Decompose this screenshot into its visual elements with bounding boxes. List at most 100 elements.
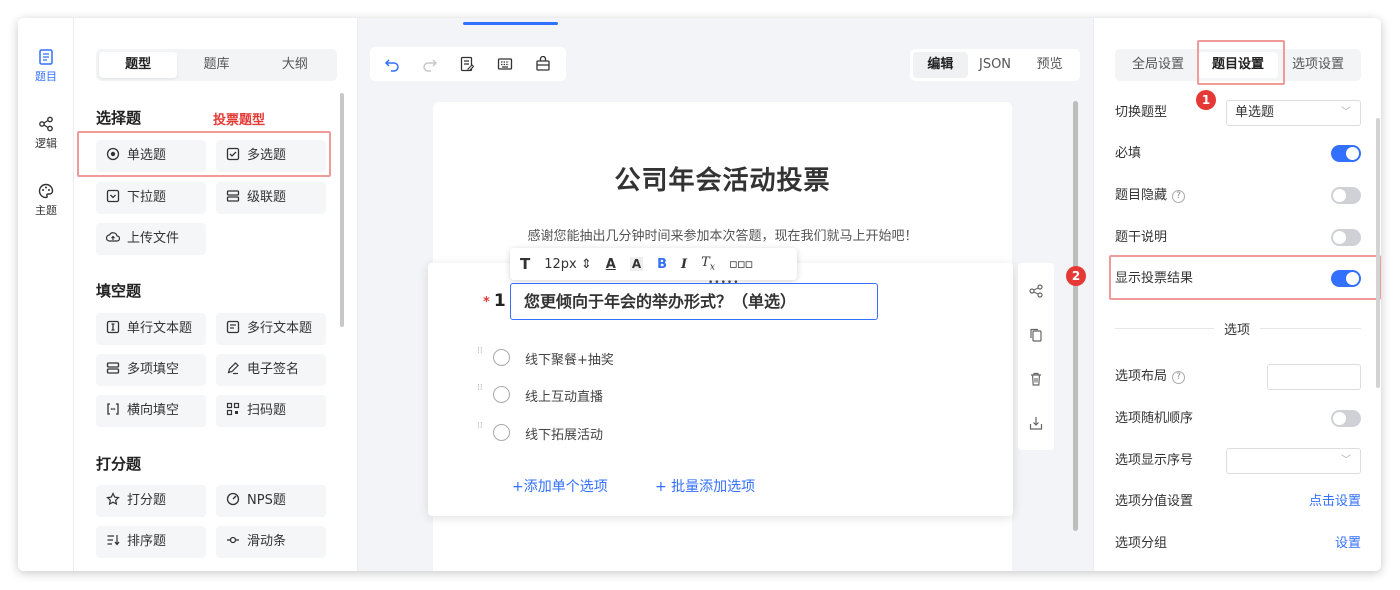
- tab-json[interactable]: JSON: [968, 52, 1023, 78]
- gauge-icon: [226, 492, 240, 506]
- rail-item-logic[interactable]: 逻辑: [18, 115, 74, 151]
- option-score-row: 选项分值设置 点击设置: [1115, 490, 1361, 514]
- font-color-icon[interactable]: A: [606, 257, 616, 272]
- tile-nps[interactable]: NPS题: [216, 485, 326, 517]
- canvas-scrollbar[interactable]: [1073, 101, 1078, 531]
- tab-outline[interactable]: 大纲: [256, 52, 334, 78]
- tile-horizontal-fill[interactable]: 横向填空: [96, 395, 206, 427]
- option-sequence-select[interactable]: ﹀: [1226, 448, 1361, 474]
- tab-question-type[interactable]: 题型: [99, 52, 178, 78]
- tab-edit[interactable]: 编辑: [913, 52, 968, 78]
- help-icon[interactable]: ?: [1172, 371, 1186, 384]
- tab-preview[interactable]: 预览: [1022, 52, 1077, 78]
- options-section-title: 选项: [1214, 319, 1261, 338]
- bold-icon[interactable]: B: [657, 257, 667, 272]
- question-number: * 1: [483, 291, 506, 311]
- settings-scrollbar[interactable]: [1376, 118, 1380, 388]
- show-vote-result-row: 显示投票结果: [1115, 267, 1361, 291]
- drag-grip-icon[interactable]: ⁞⁞: [477, 384, 483, 402]
- tile-single-line[interactable]: 单行文本题: [96, 313, 206, 345]
- radio-circle: [493, 424, 510, 441]
- option-group-row: 选项分组 设置: [1115, 532, 1361, 556]
- mode-switch: 编辑 JSON 预览: [910, 49, 1080, 81]
- option-label[interactable]: 线下聚餐+抽奖: [525, 349, 614, 368]
- tab-option-settings[interactable]: 选项设置: [1278, 52, 1358, 78]
- logic-icon[interactable]: [1028, 283, 1044, 299]
- option-sequence-row: 选项显示序号 ﹀: [1115, 448, 1361, 474]
- tile-slider[interactable]: 滑动条: [216, 526, 326, 558]
- bag-icon[interactable]: [535, 56, 551, 72]
- question-type-select[interactable]: 单选题 ﹀: [1226, 100, 1361, 126]
- editor-toolbar: [370, 47, 566, 81]
- question-title-input[interactable]: 您更倾向于年会的举办形式？（单选）: [510, 283, 878, 320]
- font-size-select[interactable]: 12px ⇕: [544, 257, 592, 272]
- tab-global-settings[interactable]: 全局设置: [1118, 52, 1198, 78]
- left-scrollbar[interactable]: [340, 93, 344, 327]
- hidden-row: 题目隐藏?: [1115, 184, 1361, 208]
- undo-icon[interactable]: [384, 56, 400, 72]
- chevron-down-icon: ﹀: [1341, 455, 1351, 466]
- hidden-toggle[interactable]: [1331, 187, 1361, 204]
- qrcode-icon: [226, 402, 240, 416]
- rail-item-question[interactable]: 题目: [18, 48, 74, 84]
- rich-text-toolbar: T 12px ⇕ A A B I Tx ▫▫▫: [510, 248, 797, 280]
- upload-cloud-icon: [106, 232, 120, 242]
- tile-rating[interactable]: 打分题: [96, 485, 206, 517]
- highlight-icon[interactable]: A: [629, 257, 644, 271]
- required-toggle[interactable]: [1331, 145, 1361, 162]
- survey-title[interactable]: 公司年会活动投票: [433, 160, 1012, 197]
- help-icon[interactable]: ?: [1172, 190, 1186, 203]
- bracket-icon: [107, 403, 119, 415]
- description-toggle[interactable]: [1331, 229, 1361, 246]
- fill-blank-icon[interactable]: ▫▫▫: [729, 257, 753, 272]
- section-score: 打分题: [96, 455, 142, 473]
- drag-grip-icon[interactable]: ⁞⁞: [477, 422, 483, 440]
- document-icon: [39, 49, 53, 65]
- star-icon: [106, 492, 120, 506]
- option-label[interactable]: 线上互动直播: [525, 386, 603, 405]
- tile-multi-fill[interactable]: 多项填空: [96, 354, 206, 386]
- tile-signature[interactable]: 电子签名: [216, 354, 326, 386]
- tab-question-bank[interactable]: 题库: [177, 52, 255, 78]
- pen-icon: [227, 362, 239, 375]
- save-to-bank-icon[interactable]: [1028, 415, 1044, 431]
- group-settings-link[interactable]: 设置: [1335, 532, 1361, 556]
- drag-grip-icon[interactable]: ⁞⁞: [477, 347, 483, 365]
- rail-item-theme[interactable]: 主题: [18, 182, 74, 218]
- rail-label: 主题: [35, 204, 57, 217]
- editor-canvas: 编辑 JSON 预览 公司年会活动投票 感谢您能抽出几分钟时间来参加本次答题，现…: [358, 18, 1093, 571]
- random-order-toggle[interactable]: [1331, 410, 1361, 427]
- tile-cascade[interactable]: 级联题: [216, 182, 326, 214]
- required-row: 必填: [1115, 142, 1361, 166]
- annotation-badge-2: 2: [1066, 266, 1086, 286]
- trash-icon[interactable]: [1028, 371, 1044, 387]
- description-row: 题干说明: [1115, 226, 1361, 250]
- tile-dropdown[interactable]: 下拉题: [96, 182, 206, 214]
- italic-icon[interactable]: I: [681, 257, 687, 272]
- app-window: 题目 逻辑 主题 题型 题库 大纲 选择题 投票题型 单选题 多选题 下拉题 级…: [18, 18, 1381, 571]
- add-option-link[interactable]: +添加单个选项: [512, 476, 608, 496]
- score-settings-link[interactable]: 点击设置: [1309, 490, 1361, 514]
- survey-description[interactable]: 感谢您能抽出几分钟时间来参加本次答题，现在我们就马上开始吧！: [433, 225, 1012, 244]
- tile-sort[interactable]: 排序题: [96, 526, 206, 558]
- show-vote-result-toggle[interactable]: [1331, 270, 1361, 287]
- active-indicator: [463, 22, 558, 25]
- rail-label: 题目: [35, 70, 57, 83]
- required-asterisk: *: [483, 295, 490, 310]
- batch-add-option-link[interactable]: + 批量添加选项: [655, 476, 755, 496]
- option-layout-input[interactable]: [1267, 364, 1361, 390]
- clear-format-icon[interactable]: Tx: [701, 255, 715, 273]
- option-label[interactable]: 线下拓展活动: [525, 424, 603, 443]
- page-edit-icon[interactable]: [459, 56, 475, 72]
- tile-upload[interactable]: 上传文件: [96, 223, 206, 255]
- copy-icon[interactable]: [1028, 327, 1044, 343]
- rail-label: 逻辑: [35, 137, 57, 150]
- question-type-panel: 题型 题库 大纲 选择题 投票题型 单选题 多选题 下拉题 级联题 上传文件 填…: [74, 18, 358, 571]
- keyboard-icon[interactable]: [497, 56, 513, 72]
- nav-rail: 题目 逻辑 主题: [18, 18, 74, 571]
- text-style-icon[interactable]: T: [520, 255, 530, 273]
- tile-qrcode[interactable]: 扫码题: [216, 395, 326, 427]
- tile-multi-line[interactable]: 多行文本题: [216, 313, 326, 345]
- slider-icon: [227, 536, 239, 544]
- redo-icon[interactable]: [422, 56, 438, 72]
